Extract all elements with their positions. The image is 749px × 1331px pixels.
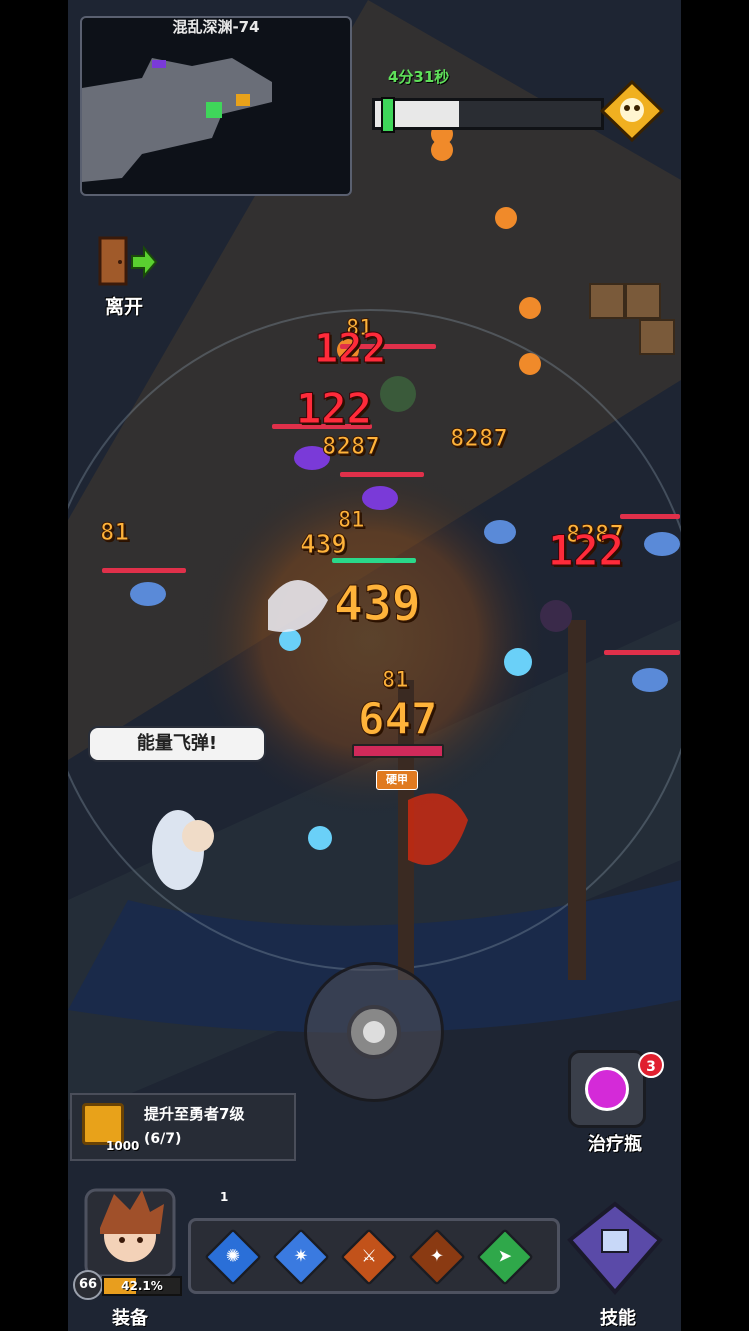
stage-timer: 4分31秒 xyxy=(388,68,450,86)
flame-spear-skill-icon: ✦ xyxy=(429,1246,445,1267)
minimap[interactable]: 混乱深渊-74 xyxy=(80,16,352,196)
ally-hp-bar xyxy=(352,744,444,758)
damage-number: 122 xyxy=(313,326,387,373)
damage-number: 439 xyxy=(334,576,422,633)
enemy-hp-bar xyxy=(620,514,680,519)
armor-status-tag: 硬甲 xyxy=(376,770,418,790)
fire-slash-skill[interactable]: ⚔ xyxy=(340,1228,398,1286)
equipment-label[interactable]: 装备 xyxy=(100,1304,160,1330)
damage-number: 8287 xyxy=(450,424,509,453)
movement-joystick[interactable] xyxy=(304,962,444,1102)
skill-label[interactable]: 技能 xyxy=(590,1304,646,1330)
damage-number: 122 xyxy=(548,526,625,576)
wind-arrow-skill[interactable]: ➤ xyxy=(476,1228,534,1286)
exit-label: 离开 xyxy=(104,296,143,318)
quest-progress: (6/7) xyxy=(144,1131,182,1147)
damage-number: 8287 xyxy=(322,432,381,461)
damage-number: 647 xyxy=(357,694,438,746)
damage-number: 81 xyxy=(100,518,130,547)
ice-orb-skill-icon: ✺ xyxy=(225,1246,241,1267)
boss-progress-marker xyxy=(381,97,395,133)
gem-count: 1 xyxy=(220,1190,229,1204)
wind-arrow-skill-icon: ➤ xyxy=(497,1246,513,1267)
skill-book-button[interactable] xyxy=(566,1200,664,1296)
damage-number: 439 xyxy=(300,530,348,561)
damage-number: 81 xyxy=(382,668,409,694)
xp-bar: 42.1% xyxy=(102,1276,182,1296)
hero-level-badge: 66 xyxy=(73,1270,103,1300)
quest-reward-amount: 1000 xyxy=(106,1139,140,1153)
damage-number: 122 xyxy=(296,384,373,434)
potion-count-badge: 3 xyxy=(638,1052,664,1078)
skill-bar: ✺ ✷ ⚔ ✦ ➤ xyxy=(188,1218,560,1294)
hero-avatar[interactable] xyxy=(80,1184,180,1280)
door-exit-icon xyxy=(98,236,158,286)
quest-panel[interactable]: 1000 提升至勇者7级 (6/7) xyxy=(70,1093,296,1161)
ice-orb-skill[interactable]: ✺ xyxy=(204,1228,262,1286)
boss-skull-icon xyxy=(600,80,664,142)
joystick-knob[interactable] xyxy=(347,1005,401,1059)
potion-flask-icon xyxy=(585,1067,629,1111)
frost-burst-skill-icon: ✷ xyxy=(293,1246,309,1267)
enemy-hp-bar xyxy=(102,568,186,573)
fire-slash-skill-icon: ⚔ xyxy=(361,1246,377,1267)
flame-spear-skill[interactable]: ✦ xyxy=(408,1228,466,1286)
enemy-hp-bar xyxy=(340,472,424,477)
xp-percent: 42.1% xyxy=(121,1279,163,1293)
exit-button[interactable]: 离开 xyxy=(96,236,160,318)
potion-label: 治疗瓶 xyxy=(588,1134,642,1155)
boss-progress-bar xyxy=(372,97,604,133)
frost-burst-skill[interactable]: ✷ xyxy=(272,1228,330,1286)
enemy-hp-bar xyxy=(604,650,680,655)
skill-speech-bubble: 能量飞弹! xyxy=(88,726,266,762)
healing-potion-button[interactable] xyxy=(568,1050,646,1128)
minimap-layout xyxy=(82,58,272,182)
quest-title: 提升至勇者7级 xyxy=(144,1105,245,1123)
